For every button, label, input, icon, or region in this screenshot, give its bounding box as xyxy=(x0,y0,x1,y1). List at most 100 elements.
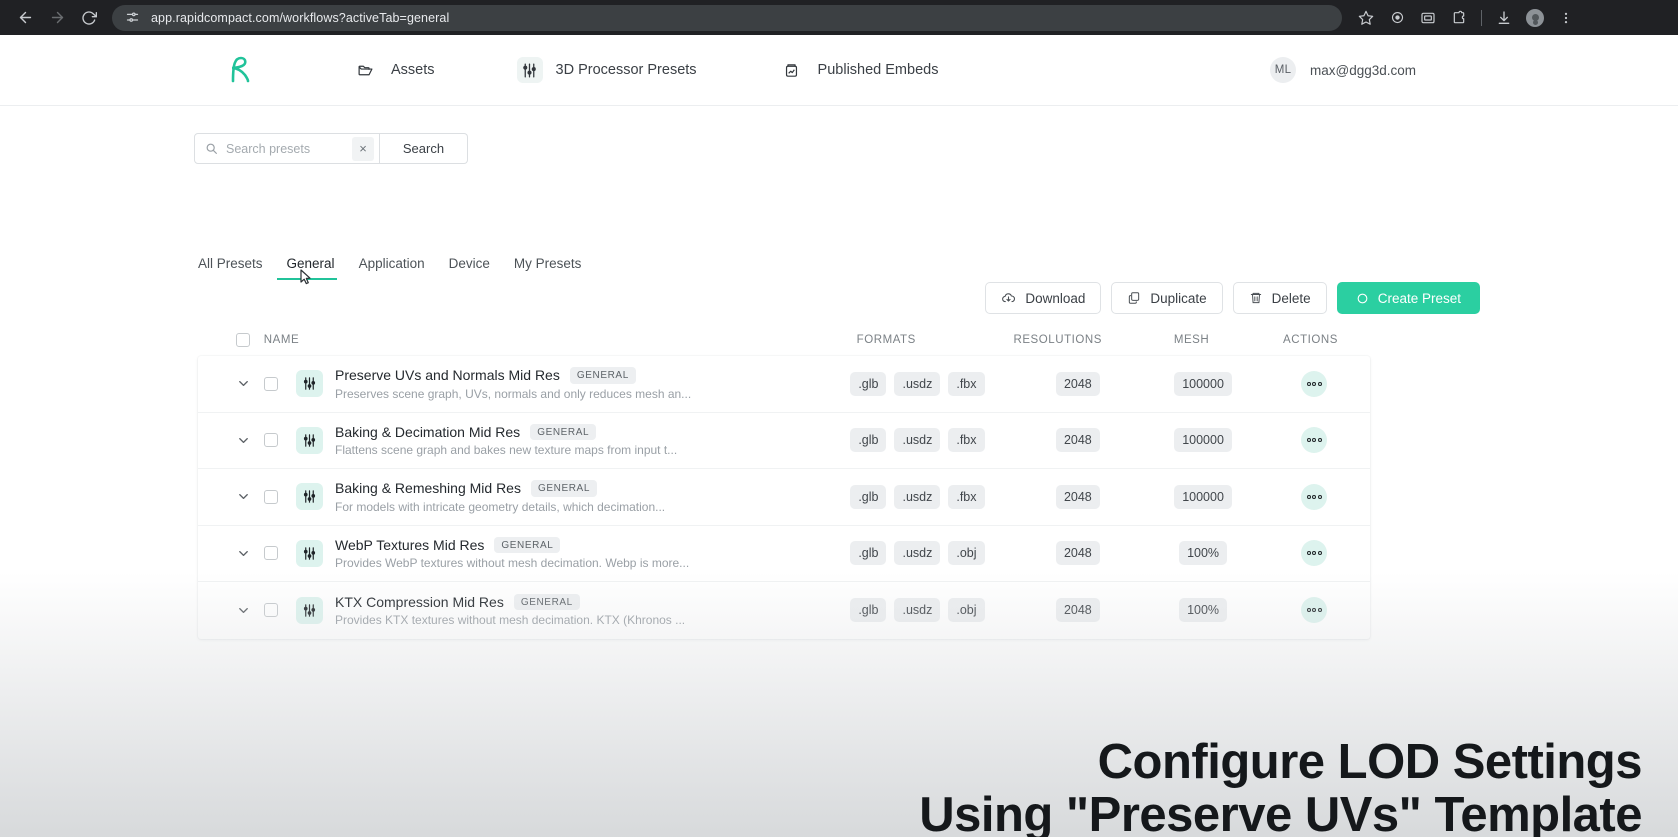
profile-avatar-icon[interactable] xyxy=(1521,4,1549,32)
star-icon[interactable] xyxy=(1352,4,1380,32)
extension-puzzle-icon[interactable] xyxy=(1445,4,1473,32)
nav-item-published-embeds[interactable]: Published Embeds xyxy=(769,51,949,89)
row-select-checkbox[interactable] xyxy=(264,546,278,561)
row-select-checkbox[interactable] xyxy=(264,376,278,391)
resolution-cell: 2048 xyxy=(1008,541,1147,566)
mesh-cell: 100% xyxy=(1147,598,1258,623)
duplicate-icon xyxy=(1127,291,1141,305)
format-pill: .usdz xyxy=(894,598,941,623)
search-field[interactable]: × xyxy=(194,133,380,164)
mesh-cell: 100000 xyxy=(1147,428,1258,453)
format-pill: .obj xyxy=(948,598,985,623)
format-pill: .usdz xyxy=(894,484,941,509)
download-button[interactable]: Download xyxy=(985,282,1102,314)
preset-description: For models with intricate geometry detai… xyxy=(335,499,666,514)
site-settings-icon[interactable] xyxy=(124,9,141,26)
download-button-label: Download xyxy=(1025,290,1086,306)
preset-sliders-icon xyxy=(296,596,323,624)
nav-label-published-embeds: Published Embeds xyxy=(817,62,939,78)
row-select-checkbox[interactable] xyxy=(264,489,278,504)
forward-arrow-icon[interactable] xyxy=(42,3,72,33)
formats-cell: .glb .usdz .fbx xyxy=(827,371,1009,396)
actions-cell xyxy=(1259,370,1370,397)
download-icon[interactable] xyxy=(1490,4,1518,32)
expand-row-chevron-down-icon[interactable] xyxy=(236,546,264,561)
table-row[interactable]: WebP Textures Mid Res GENERAL Provides W… xyxy=(198,526,1370,582)
row-actions-menu-icon[interactable] xyxy=(1301,597,1328,624)
preset-name-cell: KTX Compression Mid Res GENERAL Provides… xyxy=(335,593,827,627)
three-dot-menu-icon[interactable] xyxy=(1552,4,1580,32)
caption-overlay: Configure LOD Settings Using "Preserve U… xyxy=(919,736,1642,837)
preset-name-cell: Baking & Decimation Mid Res GENERAL Flat… xyxy=(335,423,827,457)
browser-action-icons xyxy=(1352,4,1580,32)
mesh-cell: 100000 xyxy=(1147,371,1258,396)
row-actions-menu-icon[interactable] xyxy=(1301,370,1328,397)
delete-button[interactable]: Delete xyxy=(1232,282,1327,314)
expand-row-chevron-down-icon[interactable] xyxy=(236,433,264,448)
preset-sliders-icon xyxy=(296,370,323,398)
tab-my-presets[interactable]: My Presets xyxy=(502,256,594,280)
search-input[interactable] xyxy=(226,141,344,156)
app-header: Assets 3D Processor Presets Published Em… xyxy=(0,35,1678,106)
preset-description: Provides WebP textures without mesh deci… xyxy=(335,556,690,570)
expand-row-chevron-down-icon[interactable] xyxy=(236,603,264,618)
table-row[interactable]: Baking & Decimation Mid Res GENERAL Flat… xyxy=(198,413,1370,469)
reload-icon[interactable] xyxy=(74,3,104,33)
format-pill: .glb xyxy=(850,598,887,623)
preset-category-badge: GENERAL xyxy=(569,367,636,384)
preset-description: Provides KTX textures without mesh decim… xyxy=(335,613,686,627)
download-cloud-icon xyxy=(1001,291,1016,306)
tab-all-presets[interactable]: All Presets xyxy=(198,256,275,280)
row-actions-menu-icon[interactable] xyxy=(1301,427,1328,454)
nav-label-3d-processor-presets: 3D Processor Presets xyxy=(555,62,697,78)
page-content: × Search All Presets General Application… xyxy=(0,106,1678,837)
user-account[interactable]: ML max@dgg3d.com xyxy=(1269,57,1416,83)
tab-general[interactable]: General xyxy=(275,256,347,280)
nav-item-3d-processor-presets[interactable]: 3D Processor Presets xyxy=(507,51,707,89)
table-row[interactable]: KTX Compression Mid Res GENERAL Provides… xyxy=(198,582,1370,639)
row-select-checkbox[interactable] xyxy=(264,603,278,618)
duplicate-button[interactable]: Duplicate xyxy=(1111,282,1223,314)
formats-cell: .glb .usdz .fbx xyxy=(827,484,1009,509)
presets-table: NAME FORMATS RESOLUTIONS MESH ACTIONS Pr… xyxy=(198,324,1370,639)
select-all-checkbox[interactable] xyxy=(236,333,250,347)
preset-description: Flattens scene graph and bakes new textu… xyxy=(335,443,678,457)
mesh-pill: 100000 xyxy=(1174,484,1232,509)
caption-line-2: Using "Preserve UVs" Template xyxy=(919,788,1642,837)
sliders-icon xyxy=(516,57,543,83)
tab-device[interactable]: Device xyxy=(437,256,502,280)
actions-cell xyxy=(1259,540,1370,567)
column-header-resolutions: RESOLUTIONS xyxy=(1013,334,1102,346)
table-row[interactable]: Baking & Remeshing Mid Res GENERAL For m… xyxy=(198,469,1370,526)
expand-row-chevron-down-icon[interactable] xyxy=(236,489,264,504)
row-actions-menu-icon[interactable] xyxy=(1301,483,1328,510)
back-arrow-icon[interactable] xyxy=(10,3,40,33)
table-row[interactable]: Preserve UVs and Normals Mid Res GENERAL… xyxy=(198,356,1370,413)
search-button[interactable]: Search xyxy=(380,133,468,164)
expand-row-chevron-down-icon[interactable] xyxy=(236,376,264,391)
resolution-pill: 2048 xyxy=(1055,484,1100,509)
nav-item-assets[interactable]: Assets xyxy=(342,51,445,89)
preset-description: Preserves scene graph, UVs, normals and … xyxy=(335,386,692,401)
preset-category-badge: GENERAL xyxy=(530,480,597,497)
mesh-pill: 100% xyxy=(1179,541,1228,566)
avatar: ML xyxy=(1269,57,1296,83)
column-header-name: NAME xyxy=(263,334,300,346)
row-actions-menu-icon[interactable] xyxy=(1301,540,1328,567)
create-preset-button[interactable]: Create Preset xyxy=(1336,282,1480,314)
rapidcompact-logo[interactable] xyxy=(222,53,258,87)
format-pill: .fbx xyxy=(948,428,985,453)
address-bar[interactable]: app.rapidcompact.com/workflows?activeTab… xyxy=(112,4,1342,31)
media-capture-icon[interactable] xyxy=(1414,4,1442,32)
preset-name: Baking & Remeshing Mid Res xyxy=(335,480,521,497)
format-pill: .obj xyxy=(948,541,985,566)
row-select-checkbox[interactable] xyxy=(264,433,278,448)
preset-name: KTX Compression Mid Res xyxy=(335,593,504,610)
resolution-cell: 2048 xyxy=(1008,428,1147,453)
toolbar-divider xyxy=(1481,9,1482,26)
tab-application[interactable]: Application xyxy=(347,256,437,280)
clear-search-icon[interactable]: × xyxy=(352,136,374,161)
mesh-cell: 100% xyxy=(1147,541,1258,566)
format-pill: .fbx xyxy=(948,371,985,396)
browser-circle-icon[interactable] xyxy=(1383,4,1411,32)
